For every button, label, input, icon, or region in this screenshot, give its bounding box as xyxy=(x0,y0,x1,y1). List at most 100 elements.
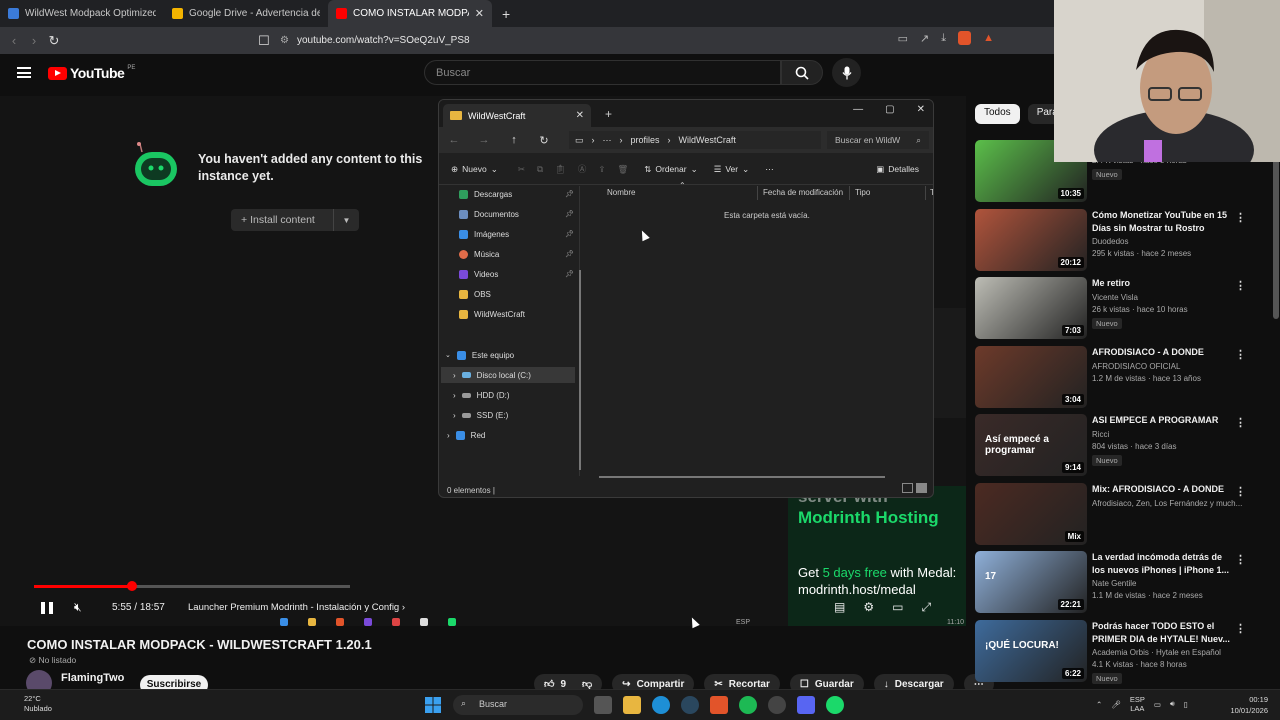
new-button[interactable]: ⊕ Nuevo ⌄ xyxy=(451,164,498,175)
close-tab-icon[interactable]: ✕ xyxy=(475,7,484,20)
column-header-type[interactable]: Tipo xyxy=(855,188,870,197)
sort-button[interactable]: ⇅ Ordenar ⌄ xyxy=(644,164,697,175)
video-thumbnail[interactable]: 3:04 xyxy=(975,345,1087,408)
recommendation-title[interactable]: Mix: AFRODISIACO - A DONDE xyxy=(1092,483,1232,496)
recommendation-channel[interactable]: Duodedos xyxy=(1092,237,1252,246)
recommendation-title[interactable]: ASI EMPECE A PROGRAMAR xyxy=(1092,414,1232,427)
recommendation-channel[interactable]: Vicente Visla xyxy=(1092,293,1252,302)
menu-icon[interactable] xyxy=(17,67,31,78)
video-thumbnail[interactable]: Mix xyxy=(975,482,1087,545)
breadcrumb[interactable]: ▭ › ⋯ › profiles › WildWestCraft xyxy=(569,131,821,149)
reload-button[interactable]: ↻ xyxy=(44,33,64,49)
windows-start-icon[interactable] xyxy=(424,696,442,714)
close-tab-icon[interactable]: ✕ xyxy=(576,110,584,121)
more-options-icon[interactable]: ⋮ xyxy=(1235,553,1246,566)
pause-icon[interactable] xyxy=(41,602,53,614)
breadcrumb-item[interactable]: WildWestCraft xyxy=(679,135,736,145)
rewards-icon[interactable]: ▲ xyxy=(983,32,994,44)
url-field[interactable]: ⚙ youtube.com/watch?v=SOeQ2uV_PS8 xyxy=(280,30,900,51)
fullscreen-icon[interactable]: ⤢ xyxy=(921,600,931,615)
video-thumbnail[interactable]: Así empecé a programar 9:14 xyxy=(975,414,1087,476)
explorer-tab[interactable]: WildWestCraft ✕ xyxy=(443,104,591,127)
more-options-icon[interactable]: ⋮ xyxy=(1235,211,1246,224)
breadcrumb-item[interactable]: profiles xyxy=(631,135,660,145)
taskbar-search[interactable]: ⌕ Buscar xyxy=(453,695,583,715)
steam-icon[interactable] xyxy=(681,696,699,714)
column-header-name[interactable]: Nombre xyxy=(607,188,635,197)
download-icon[interactable]: ⤓ xyxy=(941,32,946,45)
recommendation-item[interactable]: Mix Mix: AFRODISIACO - A DONDE Afrodisiaco… xyxy=(975,482,1255,545)
recommendation-title[interactable]: Cómo Monetizar YouTube en 15 Días sin Mo… xyxy=(1092,209,1232,235)
back-button[interactable]: ‹ xyxy=(4,33,24,48)
recommendation-item[interactable]: 3:04 AFRODISIACO - A DONDE AFRODISIACO OFI… xyxy=(975,345,1255,408)
nav-scrollbar[interactable] xyxy=(579,270,581,470)
browser-tab-active[interactable]: COMO INSTALAR MODPACK - W ✕ xyxy=(328,0,492,27)
mute-icon[interactable]: 🔇︎ xyxy=(74,600,82,615)
obs-icon[interactable] xyxy=(768,696,786,714)
back-button[interactable]: ← xyxy=(439,134,469,146)
nav-item-drive-e[interactable]: › SSD (E:) xyxy=(453,407,568,423)
channel-name[interactable]: FlamingTwo xyxy=(61,672,124,684)
up-button[interactable]: ↑ xyxy=(499,134,529,146)
brave-icon[interactable] xyxy=(710,696,728,714)
browser-tab[interactable]: Google Drive - Advertencia de anális xyxy=(164,0,328,27)
nav-item-network[interactable]: › Red xyxy=(447,427,562,443)
view-button[interactable]: ☰ Ver ⌄ xyxy=(714,164,750,175)
recommendation-channel[interactable]: Academia Orbis · Hytale en Español xyxy=(1092,648,1252,657)
recommendation-title[interactable]: La verdad incómoda detrás de los nuevos … xyxy=(1092,551,1232,577)
nav-item-drive-d[interactable]: › HDD (D:) xyxy=(453,387,568,403)
youtube-logo[interactable]: YouTube PE xyxy=(48,65,135,81)
close-window-icon[interactable]: ✕ xyxy=(917,104,925,115)
search-button[interactable] xyxy=(781,60,823,85)
forward-button[interactable]: › xyxy=(24,33,44,48)
voice-search-button[interactable] xyxy=(832,58,861,87)
recommendation-channel[interactable]: Afrodisiaco, Zen, Los Fernández y much..… xyxy=(1092,499,1252,508)
maximize-icon[interactable]: ▢ xyxy=(885,104,894,115)
edge-icon[interactable] xyxy=(652,696,670,714)
brave-shields-icon[interactable] xyxy=(958,31,972,45)
forward-button[interactable]: → xyxy=(469,134,499,146)
chevron-right-icon[interactable]: › xyxy=(453,371,456,380)
recommendation-item[interactable]: 17 22:21 La verdad incómoda detrás de los … xyxy=(975,551,1255,613)
progress-handle[interactable] xyxy=(126,581,137,591)
nav-item-wildwestcraft[interactable]: WildWestCraft xyxy=(459,306,574,322)
new-tab-button[interactable]: + xyxy=(492,6,520,22)
chevron-right-icon[interactable]: › xyxy=(453,411,456,420)
install-content-button[interactable]: + Install content ▼ xyxy=(231,209,359,231)
recommendation-title[interactable]: AFRODISIACO - A DONDE xyxy=(1092,346,1232,359)
task-view-icon[interactable] xyxy=(594,696,612,714)
taskbar-clock[interactable]: 00:19 10/01/2026 xyxy=(1230,694,1268,716)
file-explorer-window[interactable]: WildWestCraft ✕ + — ▢ ✕ ← → ↑ ↻ ▭ › ⋯ › … xyxy=(438,99,934,498)
chevron-down-icon[interactable]: ▼ xyxy=(333,209,359,231)
network-icon[interactable]: ▭ xyxy=(1154,700,1161,709)
volume-icon[interactable]: 🔊︎ xyxy=(1170,699,1175,709)
browser-tab[interactable]: WildWest Modpack Optimized - 1. xyxy=(0,0,164,27)
column-header-date[interactable]: Fecha de modificación xyxy=(763,188,843,197)
more-options-icon[interactable]: ⋯ xyxy=(765,164,774,175)
rename-icon[interactable]: Ⓐ xyxy=(578,163,587,175)
chevron-right-icon[interactable]: › xyxy=(453,391,456,400)
battery-icon[interactable]: ▯ xyxy=(1184,700,1188,709)
recommendation-channel[interactable]: AFRODISIACO OFICIAL xyxy=(1092,362,1252,371)
recommendation-item[interactable]: ¡QUÉ LOCURA! 6:22 Podrás hacer TODO ESTO e… xyxy=(975,619,1255,684)
recommendation-channel[interactable]: Nate Gentile xyxy=(1092,579,1252,588)
discord-icon[interactable] xyxy=(797,696,815,714)
more-options-icon[interactable]: ⋮ xyxy=(1235,485,1246,498)
minimize-icon[interactable]: — xyxy=(853,104,863,115)
recommendation-item[interactable]: Así empecé a programar 9:14 ASI EMPECE A P… xyxy=(975,414,1255,476)
nav-item-obs[interactable]: OBS xyxy=(459,286,574,302)
recommendation-title[interactable]: Me retiro xyxy=(1092,277,1232,290)
nav-item-downloads[interactable]: Descargas 📌︎ xyxy=(459,186,574,202)
site-settings-icon[interactable]: ⚙ xyxy=(280,35,289,46)
explorer-search-input[interactable]: Buscar en WildW ⌕ xyxy=(827,131,929,149)
more-icon[interactable]: ⋯ xyxy=(603,135,612,146)
horizontal-scrollbar[interactable] xyxy=(599,476,885,478)
details-view-icon[interactable] xyxy=(902,483,913,493)
search-input[interactable]: Buscar xyxy=(424,60,781,85)
share-icon[interactable]: ⇪ xyxy=(598,164,605,175)
nav-item-pictures[interactable]: Imágenes 📌︎ xyxy=(459,226,574,242)
more-options-icon[interactable]: ⋮ xyxy=(1235,622,1246,635)
more-options-icon[interactable]: ⋮ xyxy=(1235,348,1246,361)
bookmark-icon[interactable]: ☐ xyxy=(254,33,274,49)
chip-all[interactable]: Todos xyxy=(975,104,1020,124)
